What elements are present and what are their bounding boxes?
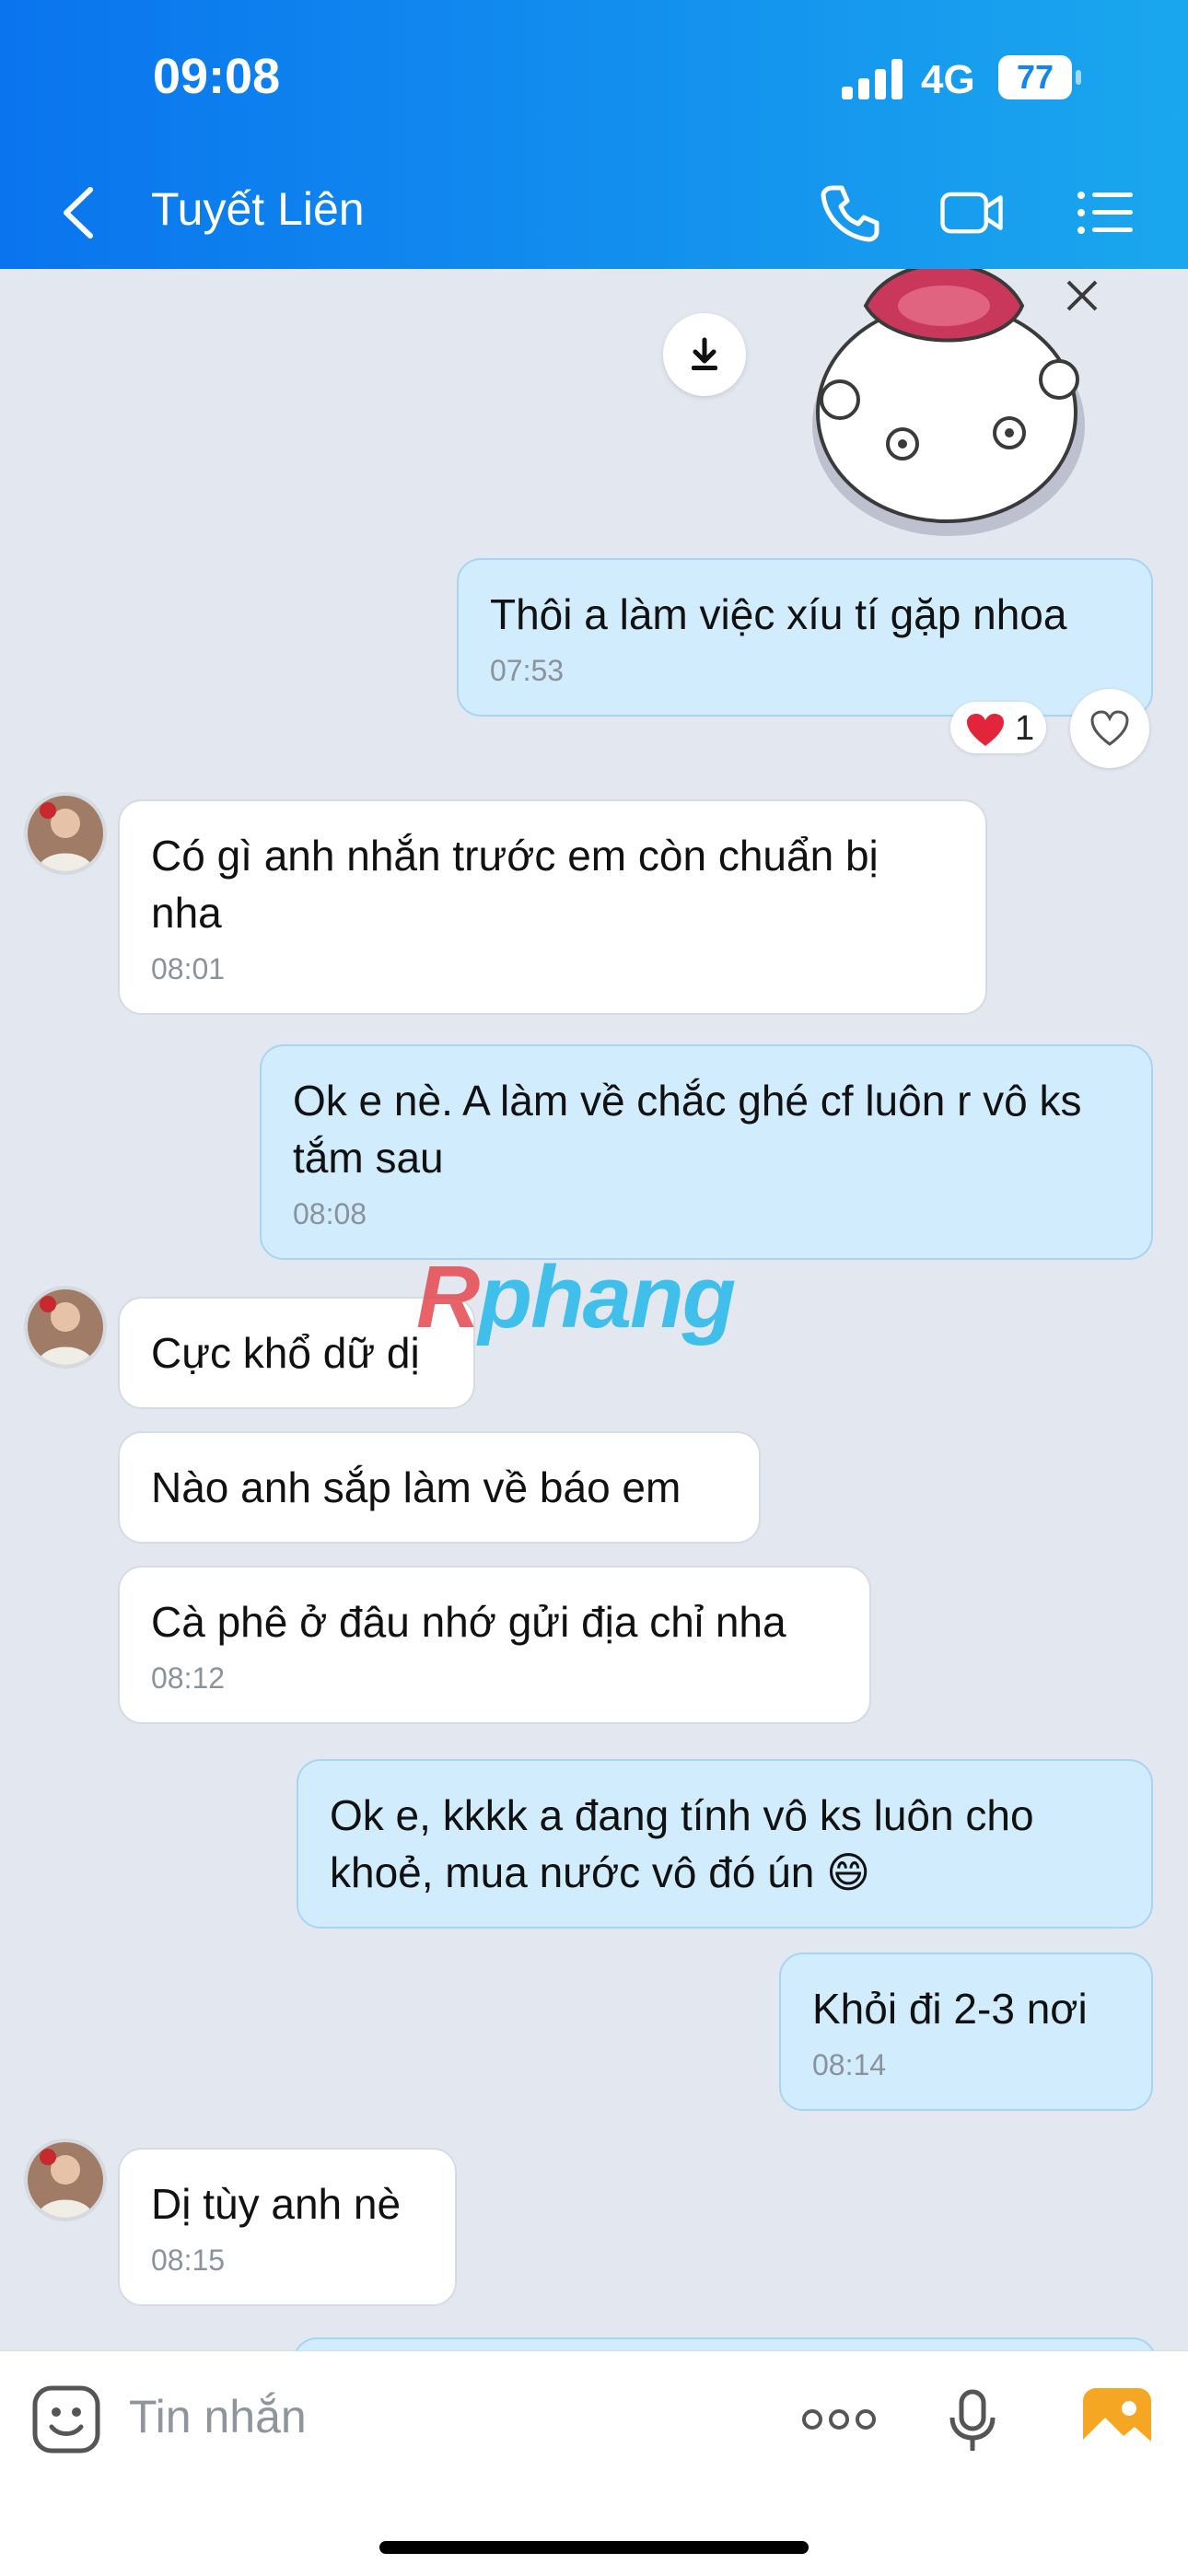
battery-icon: 77 — [998, 55, 1081, 103]
chat-header: 09:08 4G 77 Tuyết Liên — [0, 0, 1188, 269]
phone-icon[interactable] — [818, 181, 882, 245]
home-indicator — [379, 2541, 809, 2554]
message-time: 08:12 — [151, 1661, 226, 1695]
message-bubble-sent[interactable]: Ok e, kkkk a đang tính vô ks luôn cho kh… — [297, 1759, 1153, 1929]
message-bubble-received[interactable]: Dị tùy anh nè 08:15 — [118, 2148, 457, 2306]
microphone-icon[interactable] — [947, 2388, 998, 2454]
message-time: 08:01 — [151, 952, 226, 985]
video-call-icon[interactable] — [939, 181, 1004, 245]
message-text: Nào anh sắp làm về báo em — [151, 1463, 681, 1511]
download-button[interactable] — [663, 313, 746, 396]
message-input[interactable]: Tin nhắn — [129, 2390, 307, 2443]
heart-icon — [967, 714, 1004, 746]
battery-level: 77 — [998, 55, 1072, 99]
emoji-icon[interactable] — [31, 2384, 101, 2454]
message-text: Dị tùy anh nè — [151, 2180, 402, 2228]
message-text: Khỏi đi 2-3 nơi — [812, 1985, 1088, 2033]
message-bubble-sent[interactable]: Ok e nè. A làm về chắc ghé cf luôn r vô … — [260, 1044, 1153, 1260]
signal-icon — [842, 59, 903, 99]
message-text: Cực khổ dữ dị — [151, 1329, 420, 1377]
network-type: 4G — [921, 57, 975, 102]
message-bubble-received[interactable]: Có gì anh nhắn trước em còn chuẩn bị nha… — [118, 799, 987, 1015]
message-time: 08:14 — [812, 2048, 887, 2081]
image-gallery-icon[interactable] — [1083, 2388, 1151, 2453]
message-text: Cà phê ở đâu nhớ gửi địa chỉ nha — [151, 1598, 786, 1646]
reaction-count: 1 — [1015, 709, 1035, 748]
message-bubble-sent[interactable]: Khỏi đi 2-3 nơi 08:14 — [779, 1952, 1153, 2111]
more-options-icon[interactable] — [801, 2407, 877, 2432]
contact-avatar[interactable] — [24, 2139, 107, 2221]
message-bubble-received[interactable]: Nào anh sắp làm về báo em — [118, 1431, 761, 1544]
menu-icon[interactable] — [1074, 181, 1138, 245]
message-time: 08:15 — [151, 2244, 226, 2277]
message-bubble-sent[interactable]: Thôi a làm việc xíu tí gặp nhoa 07:53 — [457, 558, 1153, 717]
download-icon — [692, 337, 717, 370]
message-bubble-sent[interactable] — [293, 2337, 1157, 2350]
message-text: Thôi a làm việc xíu tí gặp nhoa — [490, 590, 1067, 638]
watermark-logo: Rphang — [416, 1248, 736, 1346]
message-time: 07:53 — [490, 654, 565, 687]
reaction-badge[interactable]: 1 — [950, 702, 1046, 753]
back-icon[interactable] — [55, 181, 101, 245]
contact-avatar[interactable] — [24, 1286, 107, 1369]
cat-sticker[interactable] — [792, 269, 1124, 545]
message-text: Ok e, kkkk a đang tính vô ks luôn cho kh… — [330, 1791, 1034, 1896]
status-time: 09:08 — [153, 49, 281, 104]
message-bubble-received[interactable]: Cà phê ở đâu nhớ gửi địa chỉ nha 08:12 — [118, 1566, 871, 1724]
like-button[interactable] — [1070, 689, 1149, 768]
heart-outline-icon — [1090, 710, 1129, 746]
message-time: 08:08 — [293, 1197, 367, 1230]
message-text: Ok e nè. A làm về chắc ghé cf luôn r vô … — [293, 1077, 1082, 1182]
contact-name[interactable]: Tuyết Liên — [151, 182, 365, 236]
composer-bar: Tin nhắn — [0, 2350, 1188, 2576]
message-list[interactable]: Thôi a làm việc xíu tí gặp nhoa 07:53 1 … — [0, 269, 1188, 2350]
contact-avatar[interactable] — [24, 792, 107, 875]
message-text: Có gì anh nhắn trước em còn chuẩn bị nha — [151, 832, 879, 937]
